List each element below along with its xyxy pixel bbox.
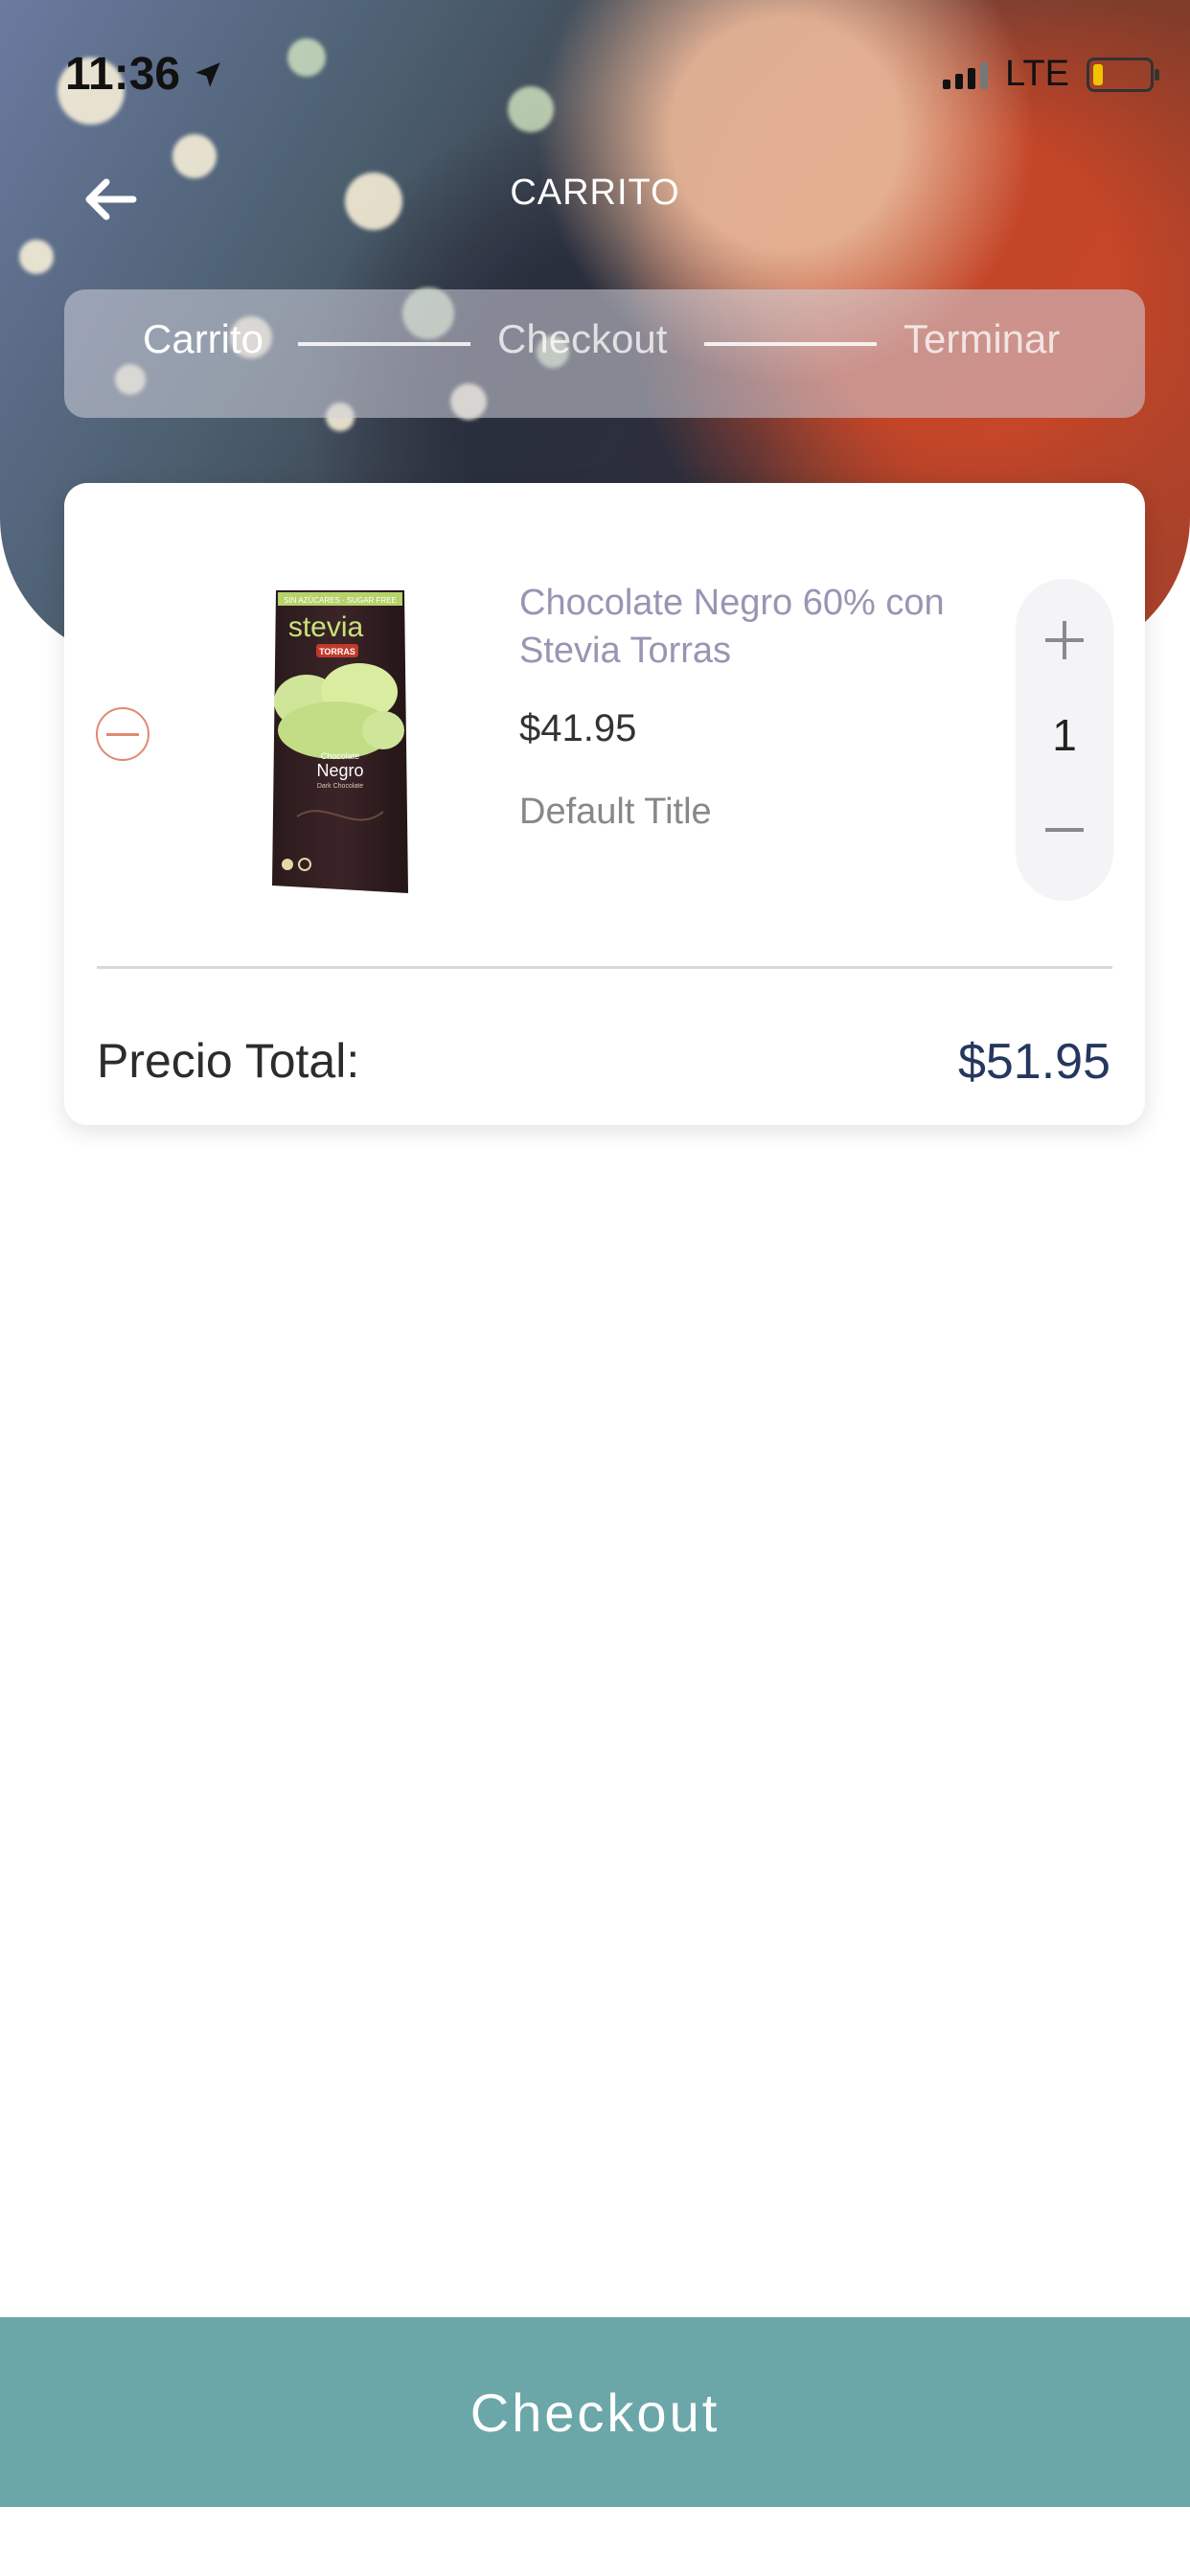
- svg-text:stevia: stevia: [288, 611, 364, 643]
- step-connector: [298, 342, 470, 346]
- svg-text:SIN AZÚCARES · SUGAR FREE: SIN AZÚCARES · SUGAR FREE: [284, 596, 397, 605]
- increase-quantity-button[interactable]: [1036, 611, 1093, 669]
- status-bar: 11:36 LTE: [0, 38, 1190, 115]
- quantity-stepper: 1: [1016, 579, 1113, 901]
- network-label: LTE: [1005, 54, 1069, 94]
- step-terminar: Terminar: [904, 316, 1061, 361]
- product-name[interactable]: Chocolate Negro 60% con Stevia Torras: [519, 579, 998, 675]
- status-time: 11:36: [65, 49, 181, 100]
- status-indicators: LTE: [943, 54, 1159, 95]
- decrease-quantity-button[interactable]: [1036, 801, 1093, 859]
- page-title: CARRITO: [510, 172, 680, 213]
- product-image: SIN AZÚCARES · SUGAR FREE stevia TORRAS …: [272, 590, 408, 893]
- product-variant: Default Title: [519, 792, 712, 832]
- status-time-group: 11:36: [65, 48, 224, 101]
- svg-text:TORRAS: TORRAS: [319, 647, 355, 656]
- bokeh-light: [19, 240, 54, 274]
- svg-text:Chocolate: Chocolate: [321, 751, 360, 761]
- product-price: $41.95: [519, 707, 637, 749]
- total-label: Precio Total:: [97, 1034, 360, 1088]
- plus-icon: [1045, 621, 1084, 659]
- quantity-value: 1: [1052, 710, 1077, 760]
- step-checkout: Checkout: [497, 316, 668, 361]
- minus-circle-icon: [106, 732, 139, 736]
- location-arrow-icon: [195, 61, 220, 87]
- checkout-button[interactable]: Checkout: [0, 2317, 1190, 2507]
- checkout-progress-stepper: Carrito Checkout Terminar: [64, 289, 1145, 418]
- step-connector: [704, 342, 877, 346]
- minus-icon: [1045, 828, 1084, 832]
- divider: [97, 966, 1112, 969]
- total-value: $51.95: [957, 1034, 1110, 1090]
- battery-icon: [1087, 57, 1159, 92]
- remove-item-button[interactable]: [96, 707, 149, 761]
- signal-icon: [943, 60, 989, 89]
- svg-text:Negro: Negro: [316, 761, 363, 780]
- svg-text:Dark Chocolate: Dark Chocolate: [317, 783, 363, 790]
- step-carrito: Carrito: [143, 316, 264, 361]
